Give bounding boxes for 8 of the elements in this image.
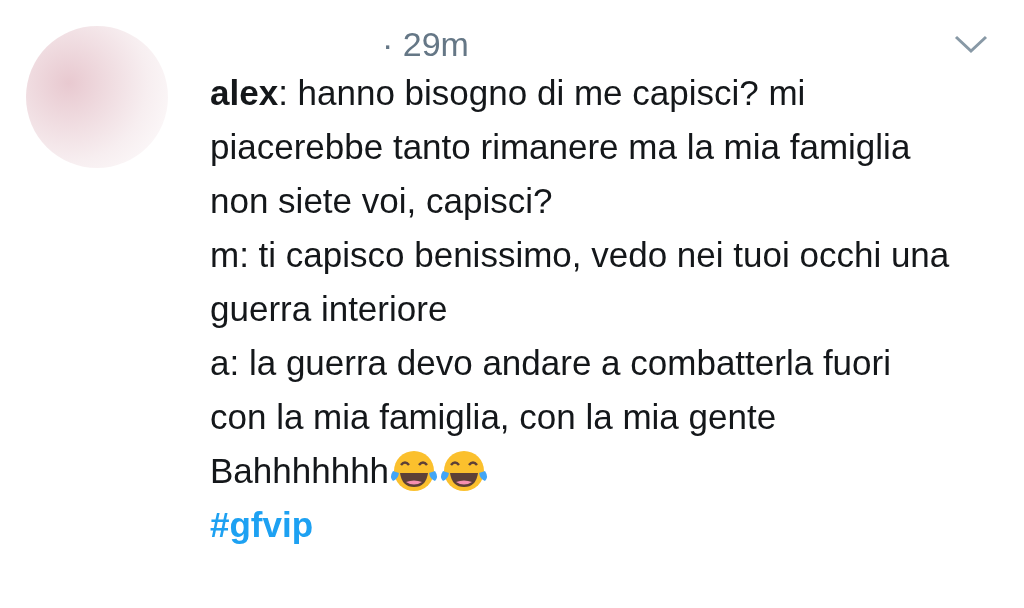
laughing-face-icon xyxy=(439,449,490,493)
tweet-text: alex: hanno bisogno di me capisci? mi piacerebbe tanto rimanere ma la mia famiglia non siete voi, capisci? xyxy=(210,72,912,222)
tweet-text: Bahhhhhhh xyxy=(210,450,390,492)
laughing-face-icon xyxy=(389,449,440,493)
hashtag-link[interactable]: #gfvip xyxy=(210,498,314,552)
tweet-time: · 29m xyxy=(382,24,469,64)
tweet-text: a: la guerra devo andare a combatterla fuori con la mia famiglia, con la mia gente xyxy=(210,342,892,438)
chevron-down-icon[interactable] xyxy=(954,34,988,54)
